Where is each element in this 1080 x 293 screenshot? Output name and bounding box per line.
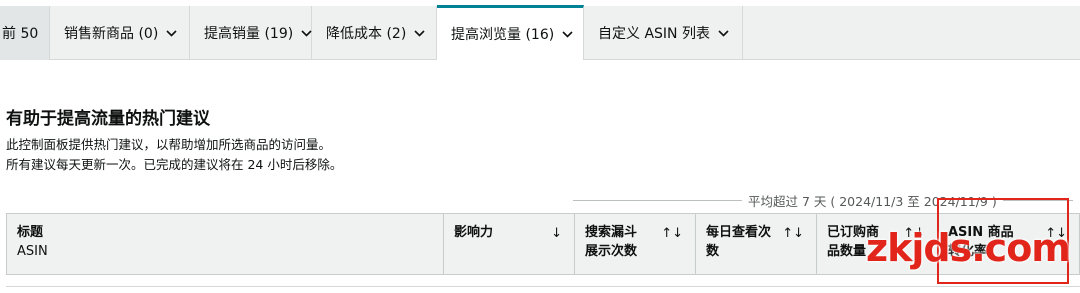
column-header-search-impressions[interactable]: 搜索漏斗 展示次数 ↑↓ xyxy=(575,214,696,274)
chevron-down-icon xyxy=(301,29,312,37)
tab-sell-new-products[interactable]: 销售新商品 (0) xyxy=(50,6,190,60)
chevron-down-icon xyxy=(166,29,177,37)
tab-label: 提高销量 (19) xyxy=(204,26,294,42)
chevron-down-icon xyxy=(414,29,425,37)
tab-reduce-costs[interactable]: 降低成本 (2) xyxy=(312,6,437,60)
section-description-1: 此控制面板提供热门建议，以帮助增加所选商品的访问量。 xyxy=(6,137,332,152)
tab-custom-asin-list[interactable]: 自定义 ASIN 列表 xyxy=(584,6,743,60)
tab-label: 降低成本 (2) xyxy=(326,26,407,42)
column-header-title: 标题 ASIN xyxy=(7,214,444,274)
tab-label: 前 50 xyxy=(2,26,39,42)
column-subtitle: 展示次数 xyxy=(585,244,638,259)
column-subtitle: ASIN xyxy=(17,244,48,259)
tab-label: 自定义 ASIN 列表 xyxy=(598,26,710,42)
column-title: 标题 xyxy=(17,225,44,240)
tab-bar: 前 50 销售新商品 (0) 提高销量 (19) 降低成本 (2) 提高浏览量 … xyxy=(0,5,1080,60)
tab-increase-views[interactable]: 提高浏览量 (16) xyxy=(437,5,584,60)
column-header-daily-views[interactable]: 每日查看次 数 ↑↓ xyxy=(696,214,817,274)
watermark: zkjds.com xyxy=(866,226,1071,270)
section-description-2: 所有建议每天更新一次。已完成的建议将在 24 小时后移除。 xyxy=(6,157,343,172)
chevron-down-icon xyxy=(718,29,729,37)
column-subtitle: 数 xyxy=(706,244,720,259)
column-title: 影响力 xyxy=(454,225,494,240)
tab-top-50[interactable]: 前 50 xyxy=(0,6,50,60)
sort-toggle-icon[interactable]: ↑↓ xyxy=(661,224,683,243)
table-row-divider xyxy=(6,286,1080,287)
sort-toggle-icon[interactable]: ↑↓ xyxy=(782,224,804,243)
sort-descending-icon[interactable]: ↓ xyxy=(551,224,562,243)
tab-label: 提高浏览量 (16) xyxy=(451,27,555,43)
column-header-impact[interactable]: 影响力 ↓ xyxy=(444,214,575,274)
tab-label: 销售新商品 (0) xyxy=(64,26,159,42)
section-heading: 有助于提高流量的热门建议 xyxy=(6,109,210,129)
chevron-down-icon xyxy=(562,30,573,38)
tab-increase-sales[interactable]: 提高销量 (19) xyxy=(190,6,312,60)
